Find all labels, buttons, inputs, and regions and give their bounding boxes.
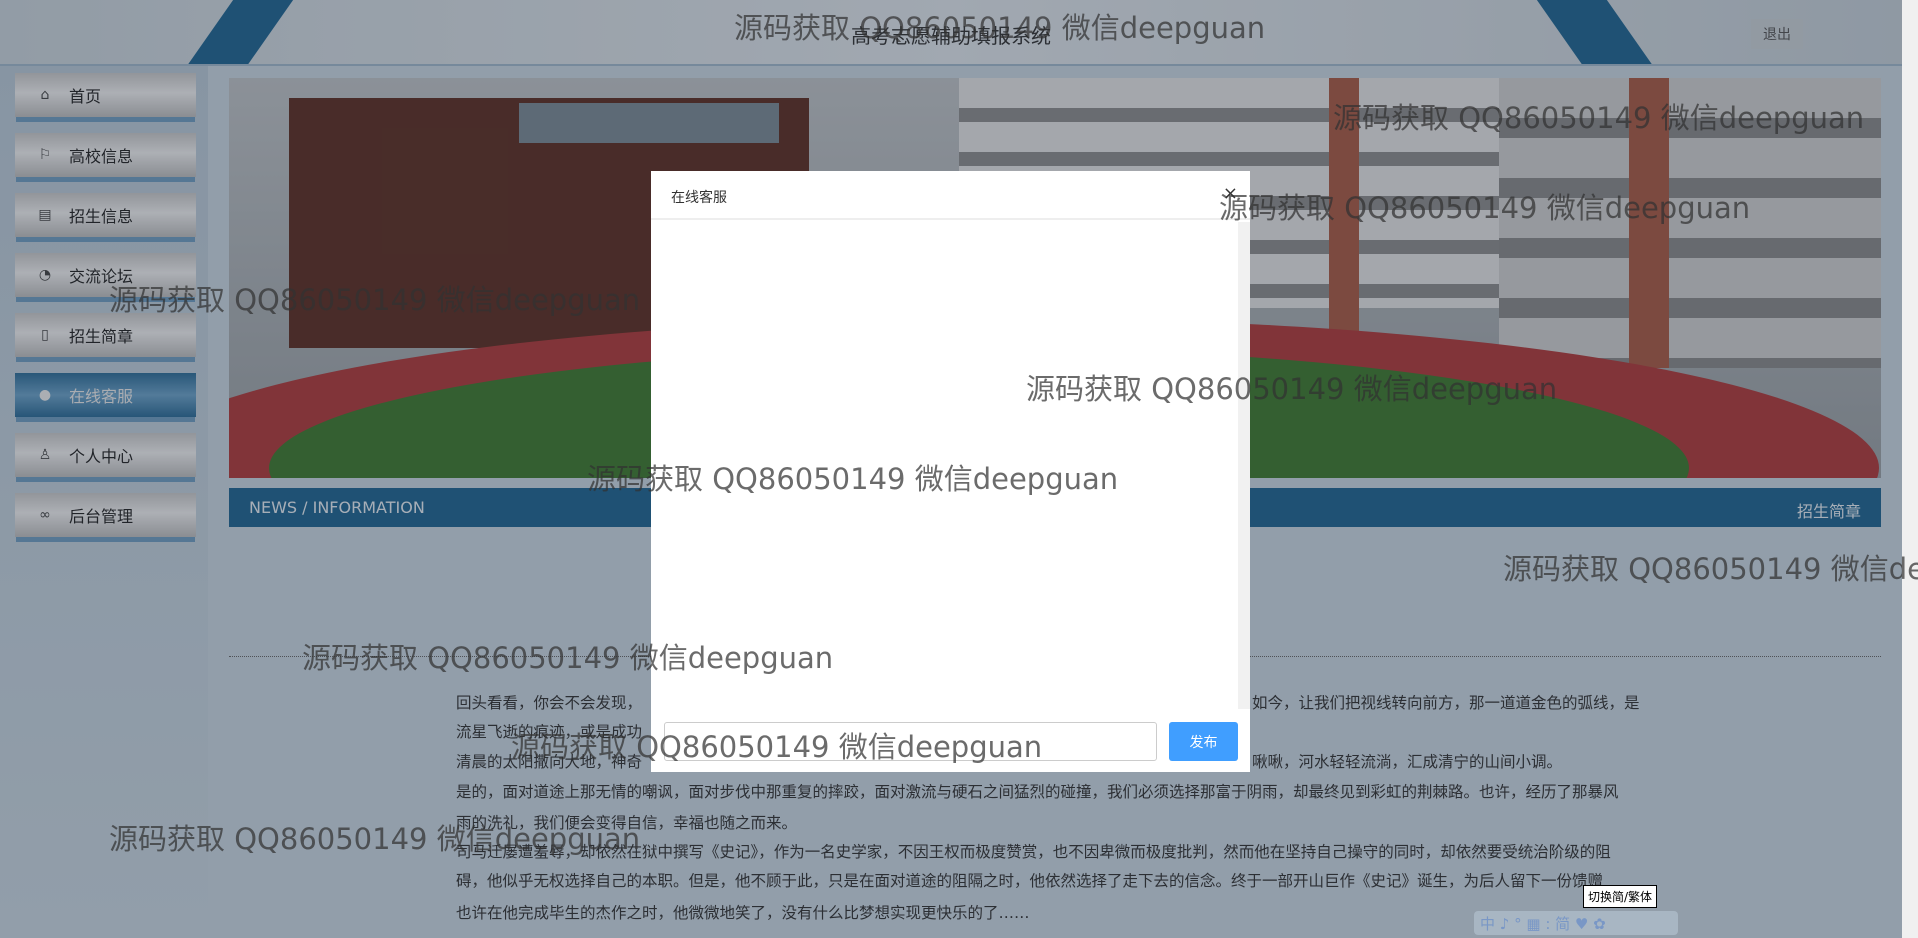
message-input[interactable] bbox=[664, 722, 1157, 761]
send-button[interactable]: 发布 bbox=[1169, 722, 1238, 761]
translate-tooltip: 切换简/繁体 bbox=[1583, 885, 1658, 908]
chat-modal: 在线客服 × 发布 bbox=[651, 171, 1250, 772]
modal-title: 在线客服 bbox=[651, 171, 1250, 220]
chat-messages bbox=[651, 222, 1250, 709]
translate-toolbar[interactable]: 中 ♪ ° ▦ : 简 ♥ ✿ bbox=[1474, 911, 1678, 935]
page-scrollbar[interactable] bbox=[1902, 0, 1918, 938]
close-icon[interactable]: × bbox=[1223, 183, 1238, 204]
chat-scrollbar[interactable] bbox=[1238, 222, 1250, 709]
